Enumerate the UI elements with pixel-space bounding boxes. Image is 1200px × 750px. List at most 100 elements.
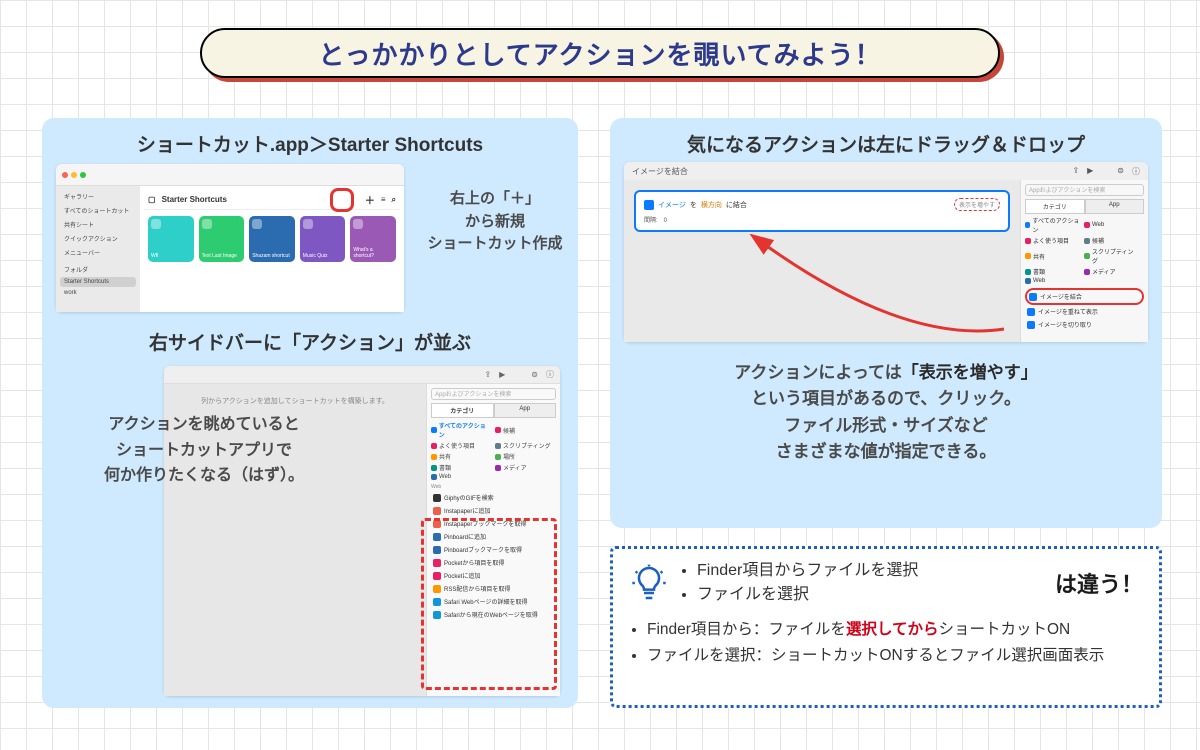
drag-arrow [724,234,1014,344]
shortcuts-main: ▢ Starter Shortcuts ＋ ≡ ⌕ Wfl Text Last … [140,186,404,312]
annotation-expand: アクションによっては「表示を増やす」 という項目があるので、クリック。 ファイル… [610,360,1162,465]
panel-drag-drop: 気になるアクションは左にドラッグ＆ドロップ イメージを結合 ⇪ ▶ ⊜ ⓘ イメ… [610,118,1162,528]
panel-starter-shortcuts: ショートカット.app＞Starter Shortcuts ギャラリー すべての… [42,118,578,708]
tip-item: Finder項目からファイルを選択 [697,559,918,583]
share-icon[interactable]: ⇪ [1072,166,1079,177]
tile-icon [353,219,363,229]
category-item[interactable]: すべてのアクション [1025,216,1080,234]
editor-window: イメージを結合 ⇪ ▶ ⊜ ⓘ イメージ を 横方向 に結合 表示を増 [624,162,1148,342]
tab-app[interactable]: App [494,403,557,418]
starter-shortcuts-window: ギャラリー すべてのショートカット 共有シート クイックアクション メニューバー… [56,164,404,312]
tile-icon [202,219,212,229]
tile-icon [252,219,262,229]
category-item[interactable]: スクリプティング [1084,247,1139,265]
spacing-row[interactable]: 間隔: 0 [644,215,1000,224]
actions-highlight-box [421,518,557,690]
category-item[interactable]: Web [431,474,489,480]
category-item[interactable]: 共有 [1025,247,1080,265]
combine-images-icon [644,200,654,210]
action-item[interactable]: Instapaperに追加 [431,504,556,517]
category-item[interactable]: 書類 [1025,267,1080,276]
search-icon[interactable]: ⌕ [392,195,396,205]
editor-search[interactable]: Appおよびアクションを検索 [1025,184,1144,196]
action-group-label: Web [431,484,556,490]
tab-category[interactable]: カテゴリ [431,403,494,418]
category-item[interactable]: 書類 [431,463,489,472]
action-item[interactable]: イメージを切り取り [1025,318,1144,331]
panel-right-heading: 気になるアクションは左にドラッグ＆ドロップ [610,118,1162,157]
share-icon[interactable]: ⇪ [484,370,491,379]
sidebar-group-label: フォルダ [60,263,136,276]
folder-icon: ▢ [148,195,156,204]
play-icon[interactable]: ▶ [1087,166,1093,177]
shortcut-tile[interactable]: Text Last Image [199,216,245,262]
annotation-plus: 右上の「＋」 から新規 ショートカット作成 [420,188,570,256]
list-view-icon[interactable]: ≡ [381,195,386,204]
annotation-actions: アクションを眺めていると ショートカットアプリで 何か作りたくなる（はず）。 [64,412,344,489]
minimize-icon[interactable] [71,172,77,178]
sidebar-item[interactable]: クイックアクション [60,232,136,245]
expand-options[interactable]: 表示を増やす [954,198,1000,211]
category-item[interactable]: 場所 [495,452,553,461]
category-list: すべてのアクション Web よく使う項目 候補 共有 スクリプティング 書類 メ… [1025,216,1144,284]
tip-item: ファイルを選択 [697,583,918,607]
tip-compare-list: Finder項目からファイルを選択 ファイルを選択 [679,559,918,607]
action-item-highlighted[interactable]: イメージを結合 [1025,288,1144,305]
canvas-hint: 列からアクションを追加してショートカットを構築します。 [201,396,389,406]
category-item[interactable]: スクリプティング [495,441,553,450]
shortcut-tiles: Wfl Text Last Image Shazam shortcut Musi… [144,216,400,262]
shortcuts-sidebar: ギャラリー すべてのショートカット 共有シート クイックアクション メニューバー… [56,186,140,312]
info-icon[interactable]: ⓘ [546,369,554,380]
direction-param[interactable]: 横方向 [701,200,722,210]
content-title: Starter Shortcuts [162,195,227,204]
page-title-banner: とっかかりとしてアクションを覗いてみよう！ [200,28,1000,78]
sidebar-item-selected[interactable]: Starter Shortcuts [60,277,136,287]
add-button[interactable]: ＋ [365,192,375,207]
sidebar-item[interactable]: 共有シート [60,218,136,231]
category-item[interactable]: よく使う項目 [1025,236,1080,245]
category-item[interactable]: 候補 [495,421,553,439]
play-icon[interactable]: ▶ [499,370,505,379]
tile-icon [151,219,161,229]
shortcut-tile[interactable]: Wfl [148,216,194,262]
window-titlebar [56,164,404,186]
tab-category[interactable]: カテゴリ [1025,199,1085,214]
sidebar-item[interactable]: work [60,288,136,298]
action-step[interactable]: イメージ を 横方向 に結合 表示を増やす 間隔: 0 [634,190,1010,232]
tip-box: Finder項目からファイルを選択 ファイルを選択 は違う！ Finder項目か… [610,546,1162,708]
shortcut-tile[interactable]: Shazam shortcut [249,216,295,262]
settings-icon[interactable]: ⊜ [531,370,538,379]
action-item[interactable]: GiphyのGIFを検索 [431,491,556,504]
tip-detail: Finder項目から：ファイルを選択してからショートカットON [647,617,1143,643]
editor-toolbar: イメージを結合 ⇪ ▶ ⊜ ⓘ [624,162,1148,180]
category-item[interactable]: Web [1084,216,1139,234]
category-item[interactable]: 候補 [1084,236,1139,245]
panel-left-subheading: 右サイドバーに「アクション」が並ぶ [42,328,578,355]
category-item[interactable]: 共有 [431,452,489,461]
zoom-icon[interactable] [80,172,86,178]
settings-icon[interactable]: ⊜ [1117,166,1124,177]
category-item[interactable]: すべてのアクション [431,421,489,439]
page-title: とっかかりとしてアクションを覗いてみよう！ [318,35,881,72]
shortcut-tile[interactable]: Music Quiz [300,216,346,262]
action-search[interactable]: Appおよびアクションを検索 [431,388,556,400]
tip-detail: ファイルを選択：ショートカットONするとファイル選択画面表示 [647,643,1143,669]
category-item[interactable]: メディア [1084,267,1139,276]
category-list: すべてのアクション 候補 よく使う項目 スクリプティング 共有 場所 書類 メデ… [431,421,556,480]
editor-canvas[interactable]: イメージ を 横方向 に結合 表示を増やす 間隔: 0 [624,180,1020,342]
category-item[interactable]: メディア [495,463,553,472]
close-icon[interactable] [62,172,68,178]
sidebar-item[interactable]: すべてのショートカット [60,204,136,217]
shortcut-title: イメージを結合 [632,166,688,177]
category-item[interactable]: Web [1025,278,1080,284]
shortcut-tile[interactable]: What's a shortcut? [350,216,396,262]
tile-icon [303,219,313,229]
tab-app[interactable]: App [1085,199,1145,214]
panel-left-heading: ショートカット.app＞Starter Shortcuts [42,118,578,157]
sidebar-item[interactable]: メニューバー [60,246,136,259]
editor-toolbar: ⇪ ▶ ⊜ ⓘ [164,366,560,384]
info-icon[interactable]: ⓘ [1132,166,1140,177]
category-item[interactable]: よく使う項目 [431,441,489,450]
action-item[interactable]: イメージを重ねて表示 [1025,305,1144,318]
traffic-lights [62,172,86,178]
